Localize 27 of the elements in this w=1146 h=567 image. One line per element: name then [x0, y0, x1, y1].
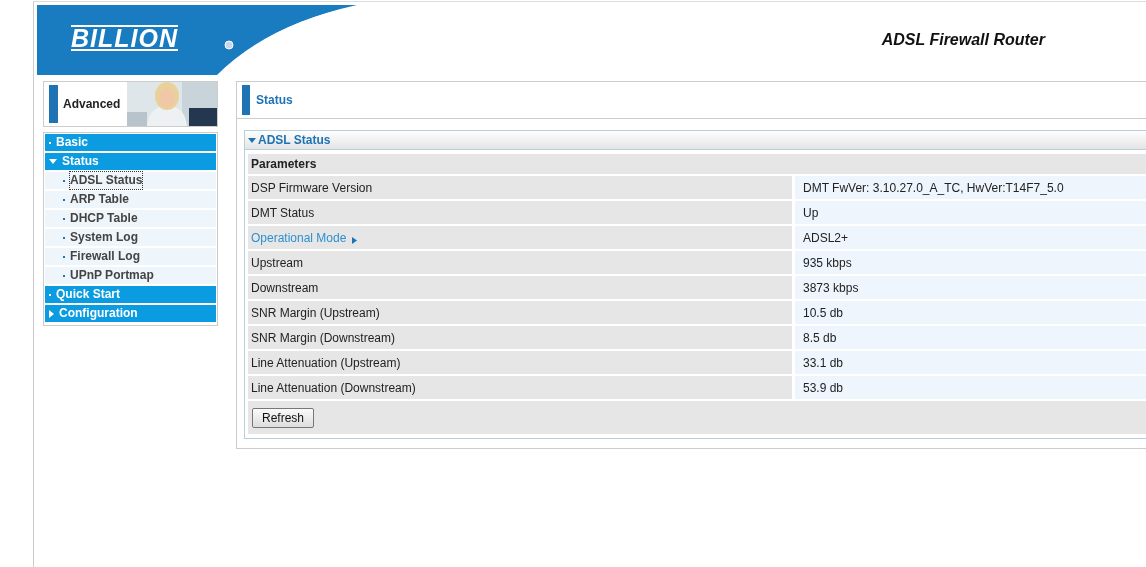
parameter-cell: SNR Margin (Upstream) — [248, 301, 792, 324]
brand-logo: BILLION — [71, 24, 178, 51]
table-heading: Parameters — [248, 154, 1146, 174]
value-cell: 3873 kbps — [795, 276, 1146, 299]
value-cell: DMT FwVer: 3.10.27.0_A_TC, HwVer:T14F7_5.0 — [795, 176, 1146, 199]
value-cell: Up — [795, 201, 1146, 224]
parameter-cell: Upstream — [248, 251, 792, 274]
arrow-icon — [352, 236, 358, 244]
value-cell: ADSL2+ — [795, 226, 1146, 249]
value-cell: 33.1 db — [795, 351, 1146, 374]
refresh-button[interactable]: Refresh — [252, 407, 315, 428]
parameter-cell: Downstream — [248, 276, 792, 299]
parameter-cell: DMT Status — [248, 201, 792, 224]
page-title: Status — [256, 93, 293, 107]
value-cell: 53.9 db — [795, 376, 1146, 399]
parameter-cell: Line Attenuation (Upstream) — [248, 351, 792, 374]
parameter-cell: SNR Margin (Downstream) — [248, 326, 792, 349]
value-cell: 935 kbps — [795, 251, 1146, 274]
product-title: ADSL Firewall Router — [881, 30, 1045, 49]
accent-bar — [49, 85, 58, 123]
banner-label: Advanced — [63, 97, 121, 111]
parameter-cell: DSP Firmware Version — [248, 176, 792, 199]
value-cell: 8.5 db — [795, 326, 1146, 349]
section-header[interactable]: ADSL Status — [245, 131, 1146, 150]
accent-bar — [242, 85, 250, 115]
value-cell: 10.5 db — [795, 301, 1146, 324]
parameter-cell: Line Attenuation (Downstream) — [248, 376, 792, 399]
